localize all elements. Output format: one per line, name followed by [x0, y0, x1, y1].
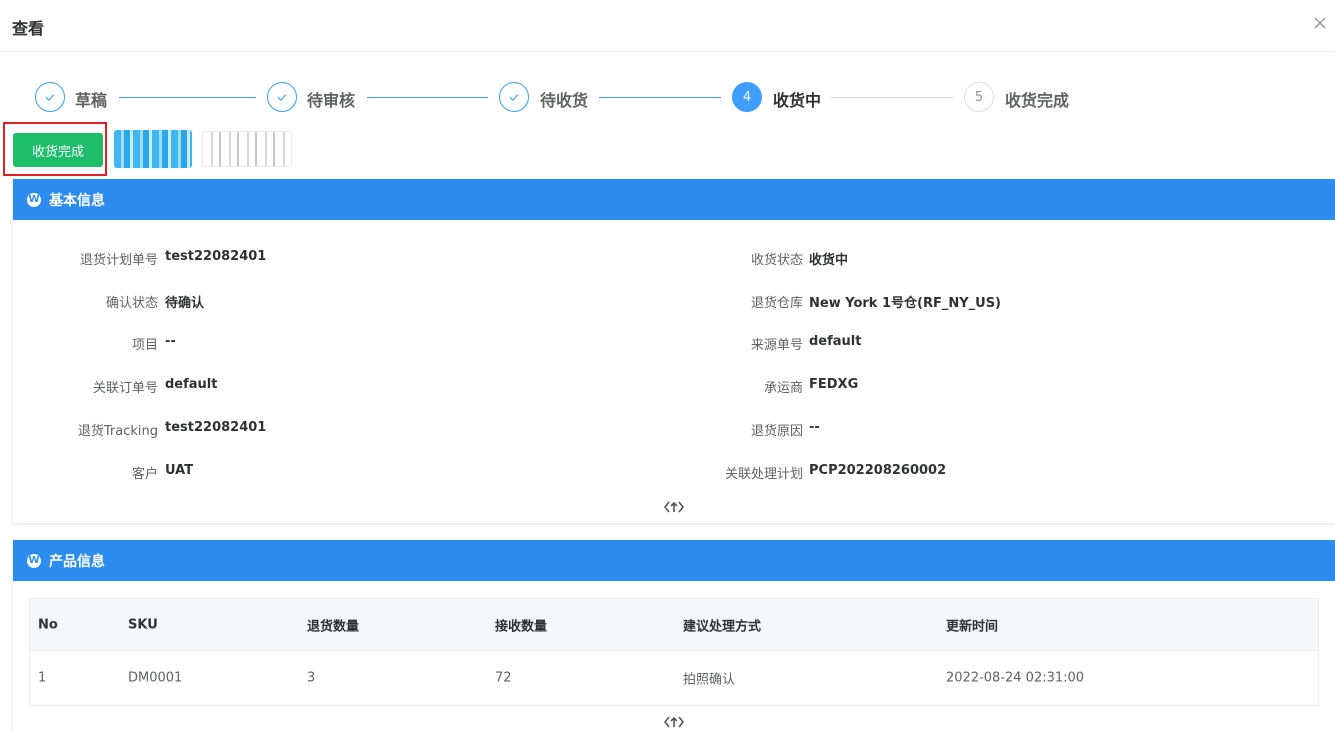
field-label: 项目 — [131, 338, 158, 353]
field-value: default — [165, 377, 218, 392]
close-icon[interactable] — [1311, 14, 1329, 32]
step-2-check-icon — [267, 82, 297, 112]
step-3-check-icon — [499, 82, 529, 112]
basic-info-panel: W 基本信息 退货计划单号 test22082401 确认状态 待确认 项目 -… — [13, 179, 1335, 523]
field-label: 退货计划单号 — [79, 253, 158, 268]
column-header: SKU — [128, 617, 158, 632]
field-value: test22082401 — [165, 420, 267, 435]
cell-updated-time: 2022-08-24 02:31:00 — [946, 670, 1085, 686]
step-2-label: 待审核 — [307, 91, 356, 110]
step-connector — [599, 97, 721, 98]
blurred-button[interactable] — [114, 130, 192, 168]
step-4-label: 收货中 — [773, 91, 822, 110]
collapse-icon[interactable] — [663, 714, 685, 730]
column-header: 更新时间 — [946, 619, 999, 634]
column-header: No — [38, 617, 58, 632]
field-value: PCP202208260002 — [809, 463, 947, 478]
field-label: 承运商 — [763, 381, 803, 396]
step-connector — [119, 97, 256, 98]
info-field: 退货计划单号 test22082401 — [13, 249, 653, 269]
product-info-title: 产品信息 — [49, 553, 105, 570]
info-field: 退货原因 -- — [653, 420, 1333, 440]
field-label: 退货仓库 — [750, 296, 803, 311]
step-3-label: 待收货 — [540, 91, 589, 110]
product-info-panel: W 产品信息 No SKU 退货数量 接收数量 建议处理方式 更新时间 1 DM… — [13, 540, 1335, 733]
step-4-number: 4 — [732, 82, 762, 112]
field-label: 退货原因 — [750, 424, 803, 439]
info-field: 确认状态 待确认 — [13, 292, 653, 312]
info-field: 退货Tracking test22082401 — [13, 420, 653, 440]
cell-no: 1 — [38, 670, 47, 686]
column-header: 建议处理方式 — [683, 619, 762, 634]
progress-steps: 草稿 待审核 待收货 4 收货中 5 收货完成 — [0, 80, 1335, 114]
field-value: FEDXG — [809, 377, 859, 392]
field-label: 收货状态 — [750, 253, 803, 268]
step-5-number: 5 — [964, 82, 994, 112]
step-5-label: 收货完成 — [1005, 91, 1070, 110]
column-header: 退货数量 — [307, 619, 360, 634]
step-connector — [831, 97, 953, 98]
dialog-header: 查看 — [0, 0, 1335, 52]
collapse-icon[interactable] — [663, 499, 685, 515]
info-field: 收货状态 收货中 — [653, 249, 1333, 269]
info-field: 承运商 FEDXG — [653, 377, 1333, 397]
table-header: No SKU 退货数量 接收数量 建议处理方式 更新时间 — [30, 599, 1318, 651]
wordpress-icon: W — [27, 192, 41, 207]
dialog-title: 查看 — [12, 19, 45, 38]
field-label: 确认状态 — [105, 296, 158, 311]
info-field: 关联订单号 default — [13, 377, 653, 397]
field-value: New York 1号仓(RF_NY_US) — [809, 296, 1001, 311]
field-value: -- — [165, 334, 176, 349]
field-label: 关联订单号 — [92, 381, 158, 396]
field-value: test22082401 — [165, 249, 267, 264]
field-label: 来源单号 — [750, 338, 803, 353]
basic-info-title: 基本信息 — [49, 192, 105, 209]
product-info-header: W 产品信息 — [13, 540, 1335, 581]
info-field: 来源单号 default — [653, 334, 1333, 354]
step-1-label: 草稿 — [75, 91, 108, 110]
cell-received-qty: 72 — [495, 670, 512, 686]
field-value: -- — [809, 420, 820, 435]
info-field: 客户 UAT — [13, 463, 653, 483]
cell-return-qty: 3 — [307, 670, 316, 686]
field-label: 关联处理计划 — [724, 467, 803, 482]
info-field: 关联处理计划 PCP202208260002 — [653, 463, 1333, 483]
cell-sku: DM0001 — [128, 670, 183, 686]
step-1-check-icon — [35, 82, 65, 112]
complete-receiving-button[interactable]: 收货完成 — [13, 133, 103, 167]
field-value: 收货中 — [809, 253, 849, 268]
basic-info-header: W 基本信息 — [13, 179, 1335, 220]
info-field: 退货仓库 New York 1号仓(RF_NY_US) — [653, 292, 1333, 312]
column-header: 接收数量 — [495, 619, 548, 634]
field-label: 客户 — [131, 467, 158, 482]
field-value: UAT — [165, 463, 194, 478]
info-field: 项目 -- — [13, 334, 653, 354]
view-dialog: 查看 草稿 待审核 待收货 4 收货中 5 收货完成 收货完成 W 基本信息 退… — [0, 0, 1335, 733]
field-label: 退货Tracking — [77, 424, 158, 439]
wordpress-icon: W — [27, 553, 41, 568]
table-row: 1 DM0001 3 72 拍照确认 2022-08-24 02:31:00 — [30, 651, 1318, 705]
product-table: No SKU 退货数量 接收数量 建议处理方式 更新时间 1 DM0001 3 … — [29, 598, 1319, 706]
cell-handling-method: 拍照确认 — [683, 672, 736, 688]
field-value: default — [809, 334, 862, 349]
field-value: 待确认 — [165, 296, 205, 311]
step-connector — [367, 97, 488, 98]
blurred-button-secondary[interactable] — [202, 131, 292, 167]
